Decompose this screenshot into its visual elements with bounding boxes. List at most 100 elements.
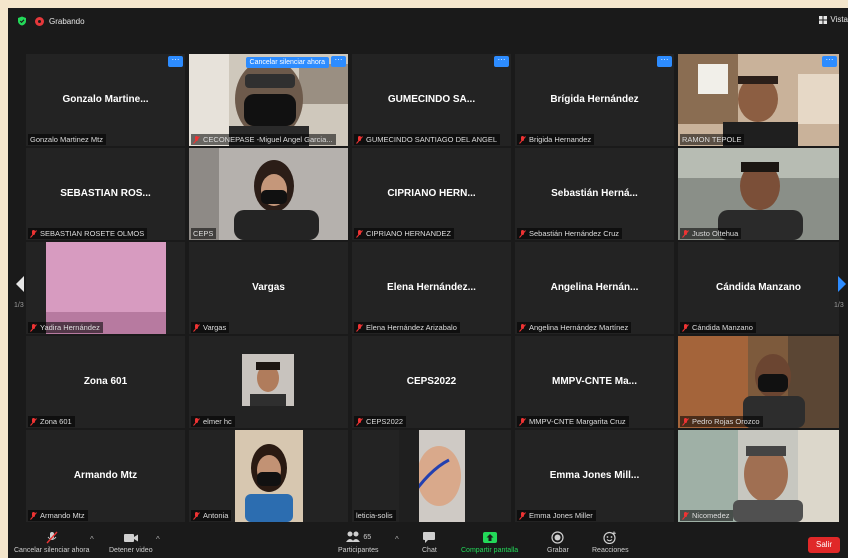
participant-tile[interactable]: CEPS2022 CEPS2022: [352, 336, 511, 428]
mic-muted-icon: [193, 511, 200, 520]
mic-muted-icon: [682, 229, 689, 238]
participant-tile[interactable]: Zona 601 Zona 601: [26, 336, 185, 428]
mic-muted-icon: [682, 417, 689, 426]
participant-label: Cándida Manzano: [680, 322, 756, 333]
video-feed: [678, 148, 839, 240]
unmute-request-pill[interactable]: Cancelar silenciar ahora: [245, 57, 329, 68]
mic-muted-icon: [30, 417, 37, 426]
page-indicator-left: 1/3: [14, 302, 24, 309]
mic-muted-icon: [519, 417, 526, 426]
record-icon: [551, 531, 564, 544]
participant-name: Cándida Manzano: [715, 281, 801, 293]
participant-tile[interactable]: elmer hc: [189, 336, 348, 428]
leave-meeting-button[interactable]: Salir: [808, 537, 840, 553]
video-feed: [678, 336, 839, 428]
participants-button[interactable]: 65 Participantes: [338, 531, 378, 554]
participant-tile[interactable]: Cancelar silenciar ahora ··· CECONEPASE …: [189, 54, 348, 146]
participant-tile[interactable]: CEPS: [189, 148, 348, 240]
participant-tile[interactable]: Gonzalo Martine... ··· Gonzalo Martinez …: [26, 54, 185, 146]
participant-tile[interactable]: Sebastián Herná... Sebastián Hernández C…: [515, 148, 674, 240]
participant-tile[interactable]: leticia-solis: [352, 430, 511, 522]
mic-muted-icon: [519, 323, 526, 332]
video-feed: [26, 242, 185, 334]
profile-photo: [242, 354, 294, 406]
participant-tile[interactable]: Emma Jones Mill... Emma Jones Miller: [515, 430, 674, 522]
mic-muted-icon: [193, 323, 200, 332]
participant-name: Gonzalo Martine...: [62, 93, 149, 105]
participant-label: SEBASTIAN ROSETE OLMOS: [28, 228, 148, 239]
participant-label: RAMON TEPOLE: [680, 134, 745, 145]
share-screen-icon: [482, 532, 497, 543]
previous-page-button[interactable]: 1/3: [8, 268, 28, 328]
mic-muted-icon: [356, 323, 363, 332]
participants-count: 65: [363, 534, 372, 541]
security-shield-icon[interactable]: [17, 16, 27, 26]
mic-muted-icon: [30, 323, 37, 332]
participant-tile[interactable]: Nicomedez: [678, 430, 839, 522]
more-options-button[interactable]: ···: [657, 56, 672, 67]
record-button[interactable]: Grabar: [547, 531, 569, 554]
more-options-button[interactable]: ···: [168, 56, 183, 67]
participant-label: Brigida Hernandez: [517, 134, 595, 145]
participant-tile[interactable]: Vargas Vargas: [189, 242, 348, 334]
participant-name: Elena Hernández...: [387, 281, 476, 293]
participant-name: SEBASTIAN ROS...: [60, 187, 151, 199]
participant-tile[interactable]: Justo Oltehua: [678, 148, 839, 240]
audio-options-caret[interactable]: ^: [90, 535, 94, 544]
participant-tile[interactable]: Elena Hernández... Elena Hernández Ariza…: [352, 242, 511, 334]
next-page-button[interactable]: 1/3: [828, 268, 848, 328]
participants-icon: [346, 531, 361, 542]
mic-muted-icon: [519, 511, 526, 520]
participant-name: Brígida Hernández: [550, 93, 639, 105]
participant-label: Pedro Rojas Orozco: [680, 416, 763, 427]
mic-muted-icon: [519, 229, 526, 238]
participant-tile[interactable]: MMPV-CNTE Ma... MMPV-CNTE Margarita Cruz: [515, 336, 674, 428]
video-feed: [678, 430, 839, 522]
participant-tile[interactable]: Angelina Hernán... Angelina Hernández Ma…: [515, 242, 674, 334]
participant-tile[interactable]: Yadira Hernández: [26, 242, 185, 334]
participant-name: Zona 601: [83, 375, 128, 387]
participant-name: CEPS2022: [406, 375, 457, 387]
participant-name: Angelina Hernán...: [550, 281, 639, 293]
share-screen-button[interactable]: Compartir pantalla: [461, 531, 518, 554]
participant-tile[interactable]: SEBASTIAN ROS... SEBASTIAN ROSETE OLMOS: [26, 148, 185, 240]
mic-muted-icon: [30, 511, 37, 520]
participant-tile[interactable]: Pedro Rojas Orozco: [678, 336, 839, 428]
participant-tile[interactable]: CIPRIANO HERN... CIPRIANO HERNANDEZ: [352, 148, 511, 240]
participant-tile[interactable]: Brígida Hernández ··· Brigida Hernandez: [515, 54, 674, 146]
mic-muted-icon: [682, 323, 689, 332]
participant-tile[interactable]: GUMECINDO SA... ··· GUMECINDO SANTIAGO D…: [352, 54, 511, 146]
mic-muted-icon: [193, 135, 200, 144]
reactions-button[interactable]: Reacciones: [592, 531, 629, 554]
view-label: Vista: [830, 15, 848, 24]
participant-tile[interactable]: Antonia: [189, 430, 348, 522]
video-feed: [235, 430, 303, 522]
participant-label: Yadira Hernández: [28, 322, 103, 333]
participant-name: MMPV-CNTE Ma...: [551, 375, 637, 387]
recording-icon: [35, 16, 44, 26]
video-feed: [399, 430, 465, 522]
mic-muted-icon: [30, 229, 37, 238]
video-options-caret[interactable]: ^: [156, 535, 160, 544]
participant-label: Emma Jones Miller: [517, 510, 596, 521]
participant-label: elmer hc: [191, 416, 235, 427]
meeting-toolbar: Cancelar silenciar ahora ^ Detener video…: [8, 529, 848, 558]
view-button[interactable]: Vista: [819, 15, 848, 24]
participant-tile[interactable]: Armando Mtz Armando Mtz: [26, 430, 185, 522]
participants-options-caret[interactable]: ^: [395, 535, 399, 544]
video-feed: [189, 148, 348, 240]
more-options-button[interactable]: ···: [822, 56, 837, 67]
participant-name: GUMECINDO SA...: [387, 93, 476, 105]
top-bar: Grabando Vista: [8, 8, 848, 34]
more-options-button[interactable]: ···: [494, 56, 509, 67]
participant-label: Armando Mtz: [28, 510, 88, 521]
participant-tile-active-speaker[interactable]: ··· RAMON TEPOLE: [678, 54, 839, 146]
recording-label: Grabando: [49, 16, 85, 26]
participant-label: CEPS: [191, 228, 217, 239]
stop-video-button[interactable]: Detener video: [109, 531, 153, 554]
more-options-button[interactable]: ···: [331, 56, 346, 67]
emoji-smile-icon: [603, 531, 617, 544]
unmute-button[interactable]: Cancelar silenciar ahora: [14, 531, 89, 554]
participant-tile[interactable]: Cándida Manzano Cándida Manzano: [678, 242, 839, 334]
chat-button[interactable]: Chat: [422, 531, 437, 554]
